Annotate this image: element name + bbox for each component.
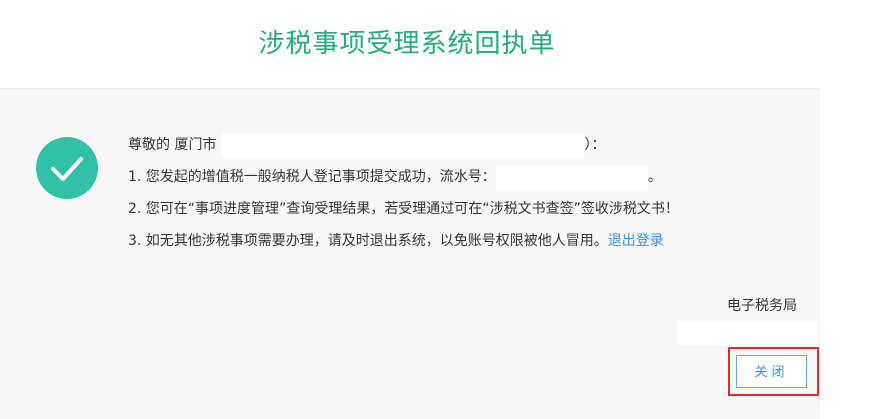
- message-line-1: 1. 您发起的增值税一般纳税人登记事项提交成功，流水号： 。: [128, 161, 808, 193]
- line1-text: 1. 您发起的增值税一般纳税人登记事项提交成功，流水号：: [128, 169, 496, 185]
- greeting-prefix: 尊敬的 厦门市: [128, 137, 217, 153]
- receipt-panel: 尊敬的 厦门市）： 1. 您发起的增值税一般纳税人登记事项提交成功，流水号：。 …: [0, 88, 820, 419]
- page-header: 涉税事项受理系统回执单: [0, 0, 880, 88]
- check-circle-icon: [36, 137, 98, 199]
- page-title: 涉税事项受理系统回执单: [258, 29, 556, 59]
- message-line-2: 2. 您可在“事项进度管理”查询受理结果，若受理通过可在“涉税文书查签”签收涉税…: [128, 193, 808, 225]
- line2-text: 2. 您可在“事项进度管理”查询受理结果，若受理通过可在“涉税文书查签”签收涉税…: [128, 201, 679, 217]
- message-line-3: 3. 如无其他涉税事项需要办理，请及时退出系统，以免账号权限被他人冒用。退出登录: [128, 225, 808, 257]
- line3-text: 3. 如无其他涉税事项需要办理，请及时退出系统，以免账号权限被他人冒用。: [128, 233, 608, 249]
- redacted-taxpayer-name: [222, 133, 585, 157]
- receipt-message: 尊敬的 厦门市）： 1. 您发起的增值税一般纳税人登记事项提交成功，流水号：。 …: [128, 129, 808, 257]
- greeting-line: 尊敬的 厦门市 ）：: [128, 129, 808, 161]
- redacted-date: [678, 321, 818, 345]
- issuer-name: 电子税务局: [727, 298, 797, 314]
- redacted-serial-number: [495, 165, 648, 189]
- close-button[interactable]: 关闭: [736, 355, 807, 388]
- line1-end: 。: [647, 169, 662, 185]
- greeting-suffix: ）：: [584, 137, 606, 153]
- logout-link[interactable]: 退出登录: [608, 233, 664, 249]
